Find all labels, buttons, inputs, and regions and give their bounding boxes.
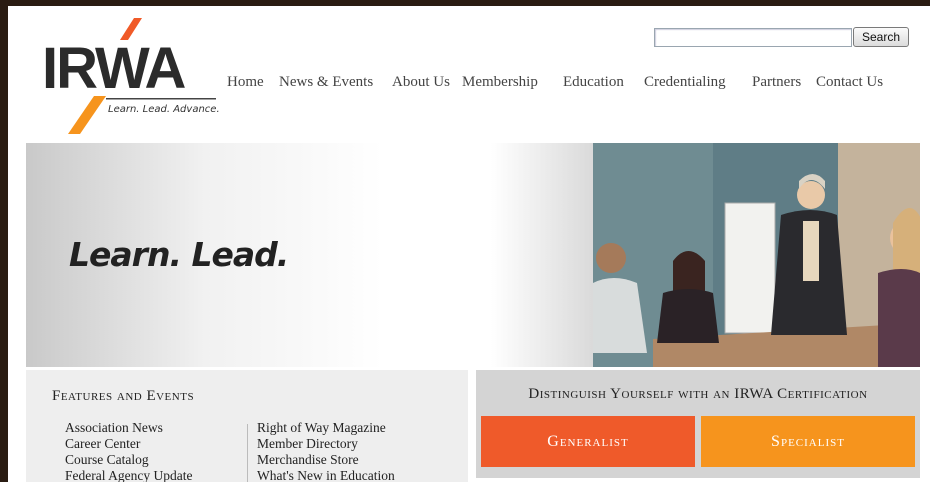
nav-credentialing[interactable]: Credentialing (644, 74, 726, 91)
features-title: Features and Events (52, 388, 195, 404)
column-divider (247, 424, 248, 482)
nav-education[interactable]: Education (563, 74, 624, 91)
link-member-directory[interactable]: Member Directory (257, 436, 395, 452)
hero-tagline: Learn. Lead. (69, 235, 289, 274)
nav-about-us[interactable]: About Us (392, 74, 450, 91)
search-button[interactable]: Search (853, 27, 909, 47)
logo-tagline: Learn. Lead. Advance. (108, 104, 220, 115)
nav-membership[interactable]: Membership (462, 74, 538, 91)
certification-title: Distinguish Yourself with an IRWA Certif… (528, 386, 868, 402)
link-career-center[interactable]: Career Center (65, 436, 192, 452)
certification-bottom-strip (476, 478, 920, 482)
hero-banner: Learn. Lead. (26, 143, 920, 367)
search-input[interactable] (654, 28, 852, 47)
generalist-button[interactable]: Generalist (481, 416, 695, 467)
features-panel: Features and Events Association News Car… (26, 370, 468, 482)
nav-partners[interactable]: Partners (752, 74, 801, 91)
certification-panel: Distinguish Yourself with an IRWA Certif… (476, 370, 920, 482)
page: IRWA Learn. Lead. Advance. Search Home N… (8, 6, 930, 482)
features-left-list: Association News Career Center Course Ca… (65, 420, 192, 482)
specialist-button[interactable]: Specialist (701, 416, 915, 467)
nav-contact-us[interactable]: Contact Us (816, 74, 883, 91)
logo-wordmark: IRWA (42, 36, 186, 101)
link-whats-new-in-education[interactable]: What's New in Education (257, 468, 395, 482)
link-federal-agency-update[interactable]: Federal Agency Update (65, 468, 192, 482)
link-association-news[interactable]: Association News (65, 420, 192, 436)
link-right-of-way-magazine[interactable]: Right of Way Magazine (257, 420, 395, 436)
irwa-logo[interactable]: IRWA Learn. Lead. Advance. (42, 18, 222, 138)
nav-home[interactable]: Home (227, 74, 264, 91)
hero-photo-classroom (593, 143, 920, 367)
nav-news-events[interactable]: News & Events (279, 74, 373, 91)
features-right-list: Right of Way Magazine Member Directory M… (257, 420, 395, 482)
link-merchandise-store[interactable]: Merchandise Store (257, 452, 395, 468)
link-course-catalog[interactable]: Course Catalog (65, 452, 192, 468)
